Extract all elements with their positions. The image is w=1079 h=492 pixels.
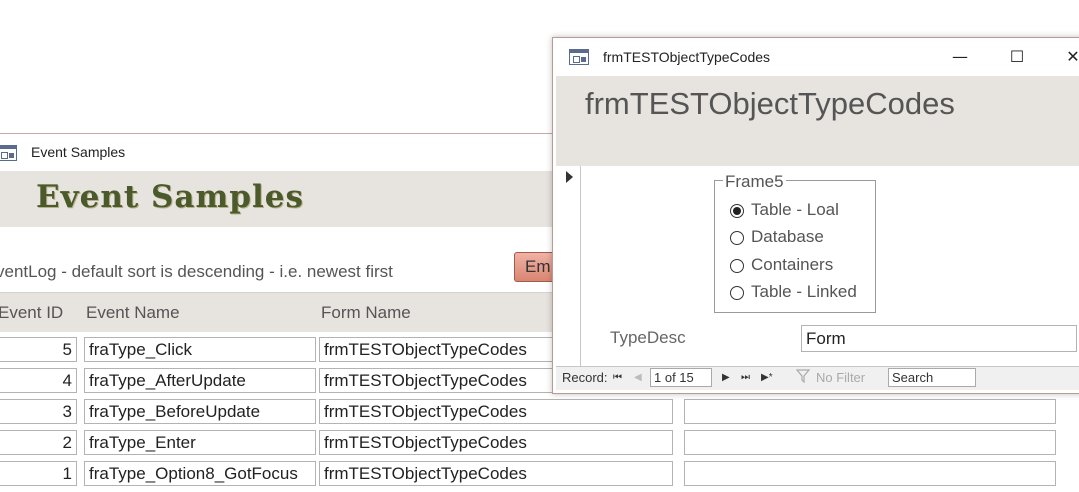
form-name-cell[interactable]: frmTESTObjectTypeCodes: [319, 461, 673, 486]
form-header: Event Samples: [0, 171, 560, 227]
radio-button[interactable]: [730, 231, 744, 245]
typedesc-field[interactable]: Form: [801, 325, 1077, 352]
form-header: frmTESTObjectTypeCodes: [556, 76, 1079, 166]
minimize-button[interactable]: —: [937, 43, 983, 71]
event-id-cell[interactable]: 2: [0, 430, 77, 455]
option-label: Table - Loal: [751, 200, 839, 219]
maximize-button[interactable]: ☐: [994, 43, 1040, 71]
option-label: Database: [751, 227, 824, 246]
typedesc-label: TypeDesc: [610, 328, 686, 347]
extra-cell[interactable]: [684, 399, 1056, 424]
radio-button[interactable]: [730, 259, 744, 273]
first-record-icon[interactable]: ⏮: [613, 370, 622, 386]
col-header-form-name: Form Name: [321, 303, 411, 322]
table-row: 3 fraType_BeforeUpdate frmTESTObjectType…: [0, 396, 1079, 427]
radio-button[interactable]: [730, 204, 744, 218]
new-record-icon[interactable]: ▶*: [761, 370, 773, 386]
sort-note-label: ventLog - default sort is descending - i…: [0, 262, 393, 281]
event-name-cell[interactable]: fraType_Option8_GotFocus: [84, 461, 316, 486]
form-header-title: frmTESTObjectTypeCodes: [585, 86, 955, 121]
form-header-title: Event Samples: [36, 179, 304, 215]
record-label: Record:: [562, 370, 608, 385]
form-name-cell[interactable]: frmTESTObjectTypeCodes: [319, 430, 673, 455]
col-header-event-id: Event ID: [0, 303, 64, 322]
record-selector[interactable]: [556, 166, 581, 366]
col-header-event-name: Event Name: [86, 303, 180, 322]
window-title: frmTESTObjectTypeCodes: [603, 49, 771, 65]
event-id-cell[interactable]: 3: [0, 399, 77, 424]
event-id-cell[interactable]: 5: [0, 337, 77, 362]
table-row: 2 fraType_Enter frmTESTObjectTypeCodes: [0, 427, 1079, 458]
extra-cell[interactable]: [684, 461, 1056, 486]
event-name-cell[interactable]: fraType_AfterUpdate: [84, 368, 316, 393]
search-input[interactable]: Search: [888, 368, 976, 387]
event-id-cell[interactable]: 4: [0, 368, 77, 393]
last-record-icon[interactable]: ⏭: [741, 370, 750, 386]
event-name-cell[interactable]: fraType_Enter: [84, 430, 316, 455]
window-title: Event Samples: [31, 144, 126, 160]
event-samples-titlebar[interactable]: Event Samples: [0, 134, 560, 171]
record-navigation-bar: Record: ⏮ ◀ 1 of 15 ▶ ⏭ ▶* No Filter Sea…: [556, 366, 1079, 390]
close-button[interactable]: ✕: [1050, 43, 1079, 71]
extra-cell[interactable]: [684, 430, 1056, 455]
form-icon: [569, 49, 589, 65]
current-record-arrow-icon: [566, 171, 573, 183]
event-name-cell[interactable]: fraType_BeforeUpdate: [84, 399, 316, 424]
option-label: Containers: [751, 255, 834, 274]
form-name-cell[interactable]: frmTESTObjectTypeCodes: [319, 399, 673, 424]
previous-record-icon[interactable]: ◀: [634, 370, 642, 386]
no-filter-button[interactable]: No Filter: [816, 370, 865, 385]
object-type-codes-titlebar[interactable]: frmTESTObjectTypeCodes — ☐ ✕: [553, 38, 1079, 76]
frame5-option-group: Frame5 Table - Loal Database Containers …: [714, 172, 876, 313]
current-record-input[interactable]: 1 of 15: [650, 368, 712, 387]
option-label: Table - Linked: [751, 282, 857, 301]
frame-legend: Frame5: [723, 172, 786, 192]
filter-icon[interactable]: [796, 369, 810, 383]
form-icon: [0, 145, 17, 161]
event-id-cell[interactable]: 1: [0, 461, 77, 486]
next-record-icon[interactable]: ▶: [722, 370, 730, 386]
radio-button[interactable]: [730, 286, 744, 300]
table-row: 1 fraType_Option8_GotFocus frmTESTObject…: [0, 458, 1079, 489]
object-type-codes-window: frmTESTObjectTypeCodes — ☐ ✕ frmTESTObje…: [552, 37, 1079, 394]
event-name-cell[interactable]: fraType_Click: [84, 337, 316, 362]
